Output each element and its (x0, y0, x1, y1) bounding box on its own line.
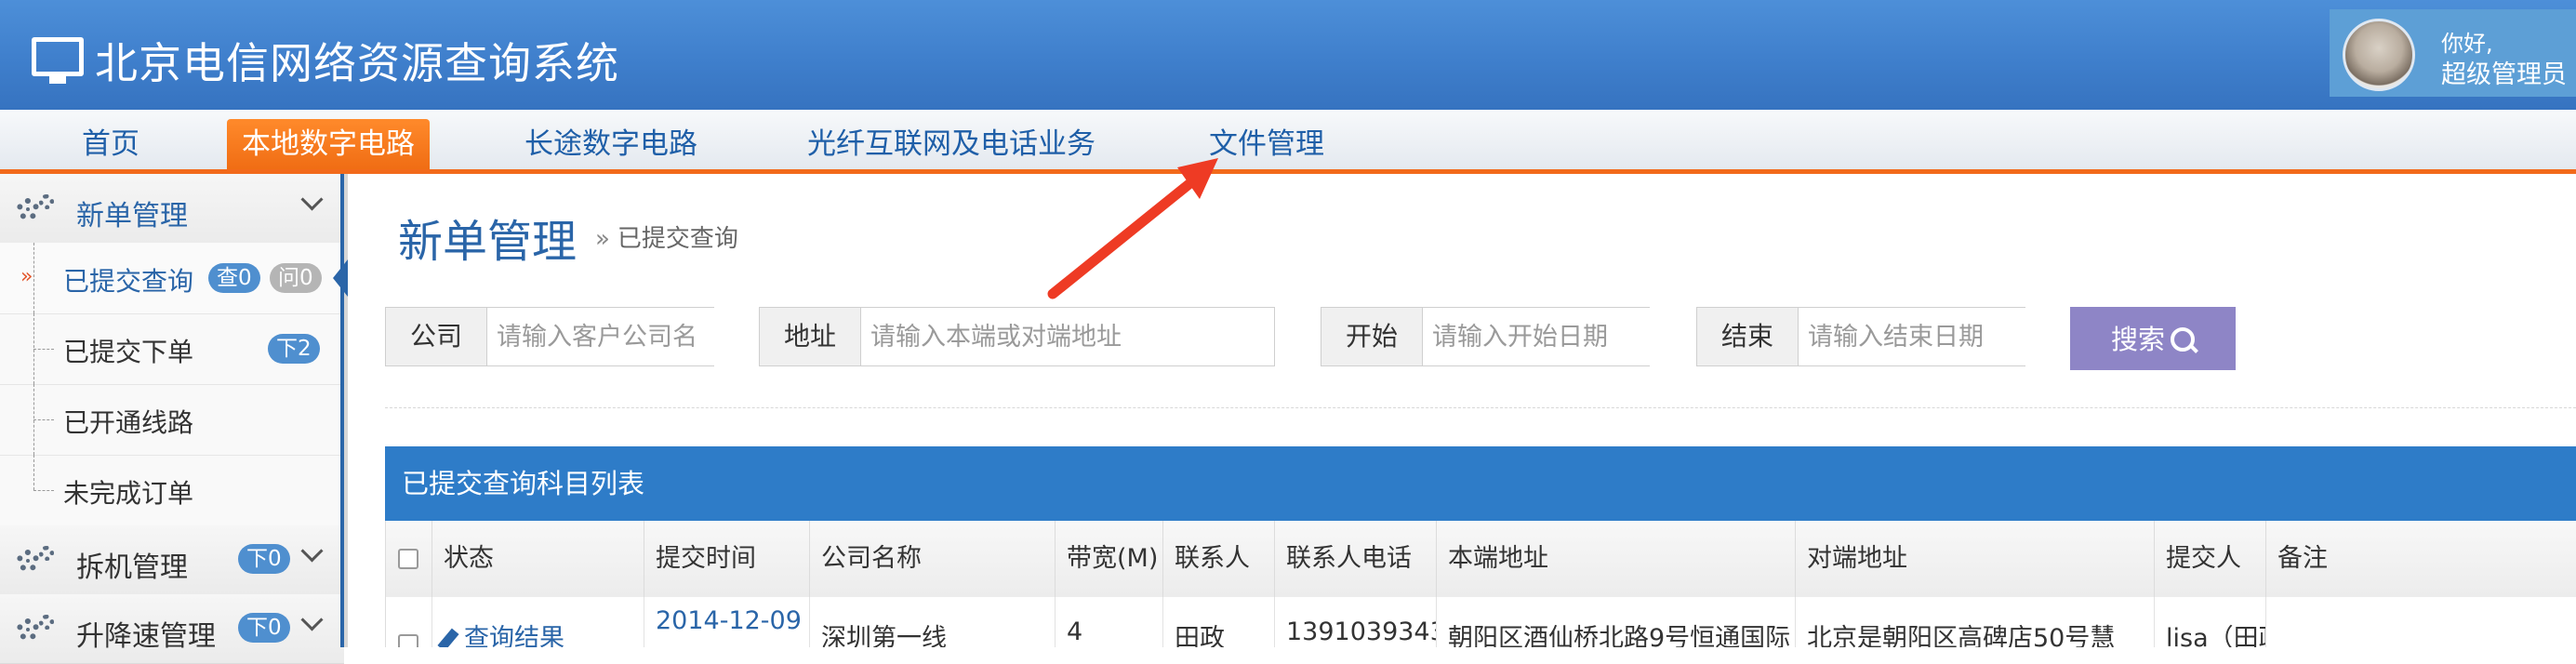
sidebar-item-label: 未完成订单 (63, 478, 194, 509)
address-input[interactable] (861, 308, 1274, 365)
remote-address-cell: 北京是朝阳区高碑店50号慧 (1796, 597, 2155, 647)
sidebar-item-submitted-query[interactable]: » 已提交查询 查0 问0 (0, 243, 348, 314)
col-remote-address[interactable]: 对端地址 (1796, 521, 2155, 597)
start-label: 开始 (1321, 308, 1424, 365)
table-row[interactable]: 查询结果 2014-12-09 深圳第一线 4 田政 13910393437 朝… (386, 597, 2576, 647)
company-input[interactable] (487, 308, 728, 365)
end-date-input[interactable] (1799, 308, 2039, 365)
divider (385, 407, 2576, 408)
gears-icon (17, 194, 56, 224)
sidebar-item-submitted-order[interactable]: 已提交下单 下2 (0, 313, 344, 385)
col-status[interactable]: 状态 (432, 521, 644, 597)
start-date-group: 开始 (1321, 307, 1664, 366)
chevron-down-icon (300, 539, 324, 563)
company-cell: 深圳第一线 (810, 597, 1056, 647)
status-link[interactable]: 查询结果 (432, 597, 644, 647)
query-count-badge: 查0 (208, 263, 260, 293)
search-icon (2171, 327, 2195, 352)
sidebar-group-speed-change[interactable]: 升降速管理 下0 (0, 594, 344, 664)
app-header: 北京电信网络资源查询系统 你好, 超级管理员 (0, 0, 2576, 110)
submit-time-cell: 2014-12-09 (644, 597, 810, 647)
sidebar-item-label: 已提交查询 (63, 266, 194, 297)
col-company[interactable]: 公司名称 (810, 521, 1056, 597)
greeting-text: 你好, (2441, 31, 2493, 57)
main-nav: 首页 本地数字电路 长途数字电路 光纤互联网及电话业务 文件管理 (0, 110, 2576, 174)
sidebar: 新单管理 » 已提交查询 查0 问0 已提交下单 下2 已开通线路 未完成订单 … (0, 174, 348, 664)
select-all-checkbox[interactable] (398, 549, 418, 569)
nav-fiber-internet-phone[interactable]: 光纤互联网及电话业务 (792, 119, 1110, 169)
chevron-down-icon (300, 188, 324, 211)
speed-count-badge: 下0 (238, 613, 290, 643)
panel-title: 已提交查询科目列表 (385, 446, 2576, 521)
nav-local-digital-circuit[interactable]: 本地数字电路 (227, 119, 430, 169)
col-bandwidth[interactable]: 带宽(M) (1056, 521, 1163, 597)
breadcrumb-separator-icon: » (595, 225, 610, 253)
user-greeting: 你好, 超级管理员 (2441, 28, 2567, 91)
row-checkbox[interactable] (398, 634, 418, 647)
nav-long-distance-circuit[interactable]: 长途数字电路 (510, 119, 712, 169)
sidebar-item-label: 已开通线路 (63, 407, 194, 438)
contact-phone-cell: 13910393437 (1275, 597, 1437, 647)
row-select-cell (386, 597, 432, 647)
nav-home[interactable]: 首页 (67, 119, 154, 169)
start-date-input[interactable] (1423, 308, 1664, 365)
user-role: 超级管理员 (2441, 60, 2567, 89)
col-contact[interactable]: 联系人 (1163, 521, 1275, 597)
company-search-group: 公司 (385, 307, 728, 366)
col-submitter[interactable]: 提交人 (2155, 521, 2266, 597)
app-title: 北京电信网络资源查询系统 (95, 38, 619, 88)
local-address-cell: 朝阳区酒仙桥北路9号恒通国际 (1437, 597, 1796, 647)
col-submit-time[interactable]: 提交时间 (644, 521, 810, 597)
results-table: 状态 提交时间 公司名称 带宽(M) 联系人 联系人电话 本端地址 对端地址 提… (385, 521, 2576, 647)
bandwidth-cell: 4 (1056, 597, 1163, 647)
breadcrumb-current: 已提交查询 (617, 225, 738, 253)
end-date-group: 结束 (1696, 307, 2039, 366)
sidebar-item-incomplete-orders[interactable]: 未完成订单 (0, 455, 344, 526)
sidebar-item-label: 已提交下单 (63, 337, 194, 367)
monitor-icon (32, 37, 84, 84)
col-remarks[interactable]: 备注 (2266, 521, 2576, 597)
address-search-group: 地址 (759, 307, 1275, 366)
double-chevron-right-icon: » (20, 265, 33, 288)
contact-cell: 田政 (1163, 597, 1275, 647)
sidebar-item-opened-lines[interactable]: 已开通线路 (0, 384, 344, 456)
end-label: 结束 (1697, 308, 1799, 365)
page-title: 新单管理 (398, 216, 578, 268)
sidebar-group-label: 拆机管理 (76, 551, 188, 584)
sidebar-group-new-orders[interactable]: 新单管理 (0, 174, 344, 244)
avatar[interactable] (2343, 19, 2415, 91)
breadcrumb: » 已提交查询 (595, 219, 738, 254)
submitter-cell: lisa（田政） (2155, 597, 2266, 647)
sidebar-group-label: 新单管理 (76, 200, 188, 232)
sidebar-border (340, 174, 344, 647)
company-label: 公司 (386, 308, 488, 365)
col-local-address[interactable]: 本端地址 (1437, 521, 1796, 597)
address-label: 地址 (760, 308, 862, 365)
sidebar-group-removal[interactable]: 拆机管理 下0 (0, 525, 344, 595)
removal-count-badge: 下0 (238, 544, 290, 574)
search-button[interactable]: 搜索 (2070, 307, 2236, 370)
col-contact-phone[interactable]: 联系人电话 (1275, 521, 1437, 597)
brand: 北京电信网络资源查询系统 (32, 30, 619, 91)
table-header: 状态 提交时间 公司名称 带宽(M) 联系人 联系人电话 本端地址 对端地址 提… (386, 521, 2576, 598)
gears-icon (17, 546, 56, 576)
search-button-label: 搜索 (2110, 324, 2165, 355)
user-menu[interactable]: 你好, 超级管理员 (2330, 9, 2576, 97)
order-count-badge: 下2 (268, 334, 320, 364)
nav-file-management[interactable]: 文件管理 (1194, 119, 1339, 169)
chevron-down-icon (300, 608, 324, 631)
status-text: 查询结果 (464, 624, 564, 647)
select-all-cell (386, 521, 432, 597)
annotation-arrow-shaft (1047, 173, 1202, 299)
edit-icon (437, 628, 459, 647)
question-count-badge: 问0 (270, 263, 322, 293)
remarks-cell (2266, 597, 2576, 647)
gears-icon (17, 615, 56, 644)
sidebar-group-label: 升降速管理 (76, 620, 216, 653)
